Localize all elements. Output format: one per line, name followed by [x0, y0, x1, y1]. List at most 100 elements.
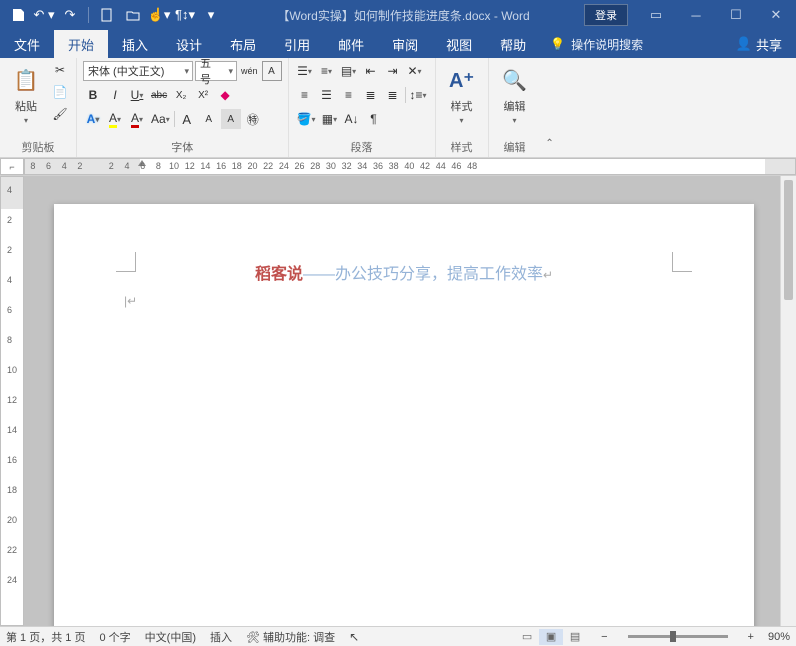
bold-button[interactable]: B: [83, 85, 103, 105]
distribute-button[interactable]: ≣: [383, 85, 403, 105]
font-family-combo[interactable]: 宋体 (中文正文): [83, 61, 193, 81]
close-icon[interactable]: ✕: [756, 0, 796, 30]
zoom-slider[interactable]: [628, 635, 728, 638]
tab-view[interactable]: 视图: [432, 30, 486, 58]
tab-help[interactable]: 帮助: [486, 30, 540, 58]
bullets-button[interactable]: ☰: [295, 61, 315, 81]
shading-button[interactable]: 🪣: [295, 109, 318, 129]
tab-review[interactable]: 审阅: [378, 30, 432, 58]
horizontal-ruler[interactable]: 8642246810121416182022242628303234363840…: [24, 158, 796, 175]
increase-indent-button[interactable]: ⇥: [383, 61, 403, 81]
copy-icon[interactable]: 📄: [50, 82, 70, 102]
multilevel-list-button[interactable]: ▤: [339, 61, 359, 81]
tab-references[interactable]: 引用: [270, 30, 324, 58]
format-painter-icon[interactable]: 🖌: [50, 104, 70, 124]
text-effects-button[interactable]: A: [83, 109, 103, 129]
insert-mode[interactable]: 插入: [210, 629, 232, 645]
page-count[interactable]: 第 1 页，共 1 页: [6, 629, 85, 645]
web-layout-icon[interactable]: ▤: [563, 629, 587, 645]
change-case-button[interactable]: Aa: [149, 109, 172, 129]
styles-button[interactable]: A⁺ 样式 ▾: [442, 60, 482, 137]
justify-button[interactable]: ≣: [361, 85, 381, 105]
redo-icon[interactable]: ↷: [58, 3, 82, 27]
document-heading[interactable]: 稻客说——办公技巧分享，提高工作效率↵: [124, 260, 684, 284]
superscript-button[interactable]: X²: [193, 85, 213, 105]
read-mode-icon[interactable]: ▭: [515, 629, 539, 645]
ruler-tick: 36: [370, 161, 386, 171]
zoom-in-button[interactable]: +: [748, 631, 754, 643]
qat-spacing-icon[interactable]: ¶↕▾: [173, 3, 197, 27]
underline-button[interactable]: U: [127, 85, 147, 105]
ribbon-options-icon[interactable]: ▭: [636, 0, 676, 30]
font-size-combo[interactable]: 五号: [195, 61, 237, 81]
vruler-tick: 24: [7, 575, 17, 585]
asian-layout-button[interactable]: ✕: [405, 61, 425, 81]
char-shading-button[interactable]: A: [221, 109, 241, 129]
cut-icon[interactable]: ✂: [50, 60, 70, 80]
font-color-button[interactable]: A: [127, 109, 147, 129]
word-count[interactable]: 0 个字: [99, 629, 130, 645]
show-marks-button[interactable]: ¶: [363, 109, 383, 129]
tab-file[interactable]: 文件: [0, 30, 54, 58]
decrease-indent-button[interactable]: ⇤: [361, 61, 381, 81]
grow-font-button[interactable]: A: [177, 109, 197, 129]
align-left-button[interactable]: ≡: [295, 85, 315, 105]
styles-icon: A⁺: [446, 64, 478, 96]
scroll-thumb[interactable]: [784, 180, 793, 300]
undo-icon[interactable]: ↶ ▾: [32, 3, 56, 27]
tab-home[interactable]: 开始: [54, 30, 108, 58]
clear-formatting-icon[interactable]: ◆: [215, 85, 235, 105]
collapse-ribbon-icon[interactable]: ⌃: [540, 133, 560, 153]
tell-me-search[interactable]: 💡 操作说明搜索: [540, 30, 653, 58]
touch-mode-icon[interactable]: ☝▾: [147, 3, 171, 27]
numbering-button[interactable]: ≡: [317, 61, 337, 81]
save-icon[interactable]: [6, 3, 30, 27]
ruler-tick: 22: [260, 161, 276, 171]
horizontal-ruler-area: ⌐ 86422468101214161820222426283032343638…: [0, 158, 796, 176]
subscript-button[interactable]: X₂: [171, 85, 191, 105]
vertical-scrollbar[interactable]: [780, 176, 796, 626]
window-controls: ▭ ─ ☐ ✕: [636, 0, 796, 30]
cursor-line[interactable]: |↵: [124, 294, 684, 308]
accessibility-check[interactable]: 🛠 辅助功能: 调查: [246, 629, 335, 645]
tab-layout[interactable]: 布局: [216, 30, 270, 58]
line-spacing-button[interactable]: ↕≡: [408, 85, 429, 105]
editing-button[interactable]: 🔍 编辑 ▾: [495, 60, 535, 137]
styles-group-label: 样式: [442, 137, 482, 157]
status-bar: 第 1 页，共 1 页 0 个字 中文(中国) 插入 🛠 辅助功能: 调查 ↖ …: [0, 626, 796, 646]
login-button[interactable]: 登录: [584, 4, 628, 26]
maximize-icon[interactable]: ☐: [716, 0, 756, 30]
print-layout-icon[interactable]: ▣: [539, 629, 563, 645]
minimize-icon[interactable]: ─: [676, 0, 716, 30]
qat-customize-icon[interactable]: ▾: [199, 3, 223, 27]
paragraph-mark-icon-2: ↵: [127, 294, 137, 308]
tab-insert[interactable]: 插入: [108, 30, 162, 58]
zoom-slider-thumb[interactable]: [670, 631, 676, 642]
align-right-button[interactable]: ≡: [339, 85, 359, 105]
qat-new-icon[interactable]: [95, 3, 119, 27]
vruler-tick: 4: [7, 185, 12, 195]
share-button[interactable]: 👤 共享: [722, 30, 796, 58]
tab-design[interactable]: 设计: [162, 30, 216, 58]
qat-open-icon[interactable]: [121, 3, 145, 27]
tab-mailings[interactable]: 邮件: [324, 30, 378, 58]
paste-button[interactable]: 📋 粘贴 ▾: [6, 60, 46, 137]
zoom-out-button[interactable]: −: [601, 631, 607, 643]
phonetic-guide-button[interactable]: wén: [239, 61, 260, 81]
align-center-button[interactable]: ☰: [317, 85, 337, 105]
sort-button[interactable]: A↓: [341, 109, 361, 129]
vertical-ruler[interactable]: 4224681012141618202224: [0, 176, 24, 626]
highlight-button[interactable]: A: [105, 109, 125, 129]
char-border-button[interactable]: A: [262, 61, 282, 81]
language-indicator[interactable]: 中文(中国): [145, 629, 196, 645]
vruler-tick: 8: [7, 335, 12, 345]
page[interactable]: 稻客说——办公技巧分享，提高工作效率↵ |↵ 稻客说 分享办公技巧 提高工作效率: [54, 204, 754, 626]
page-scroll-area[interactable]: 稻客说——办公技巧分享，提高工作效率↵ |↵ 稻客说 分享办公技巧 提高工作效率: [24, 176, 780, 626]
italic-button[interactable]: I: [105, 85, 125, 105]
borders-button[interactable]: ▦: [319, 109, 339, 129]
ruler-tab-selector[interactable]: ⌐: [0, 158, 24, 175]
zoom-level[interactable]: 90%: [768, 631, 790, 643]
enclose-chars-button[interactable]: ㊕: [243, 109, 263, 129]
shrink-font-button[interactable]: A: [199, 109, 219, 129]
strikethrough-button[interactable]: abc: [149, 85, 169, 105]
